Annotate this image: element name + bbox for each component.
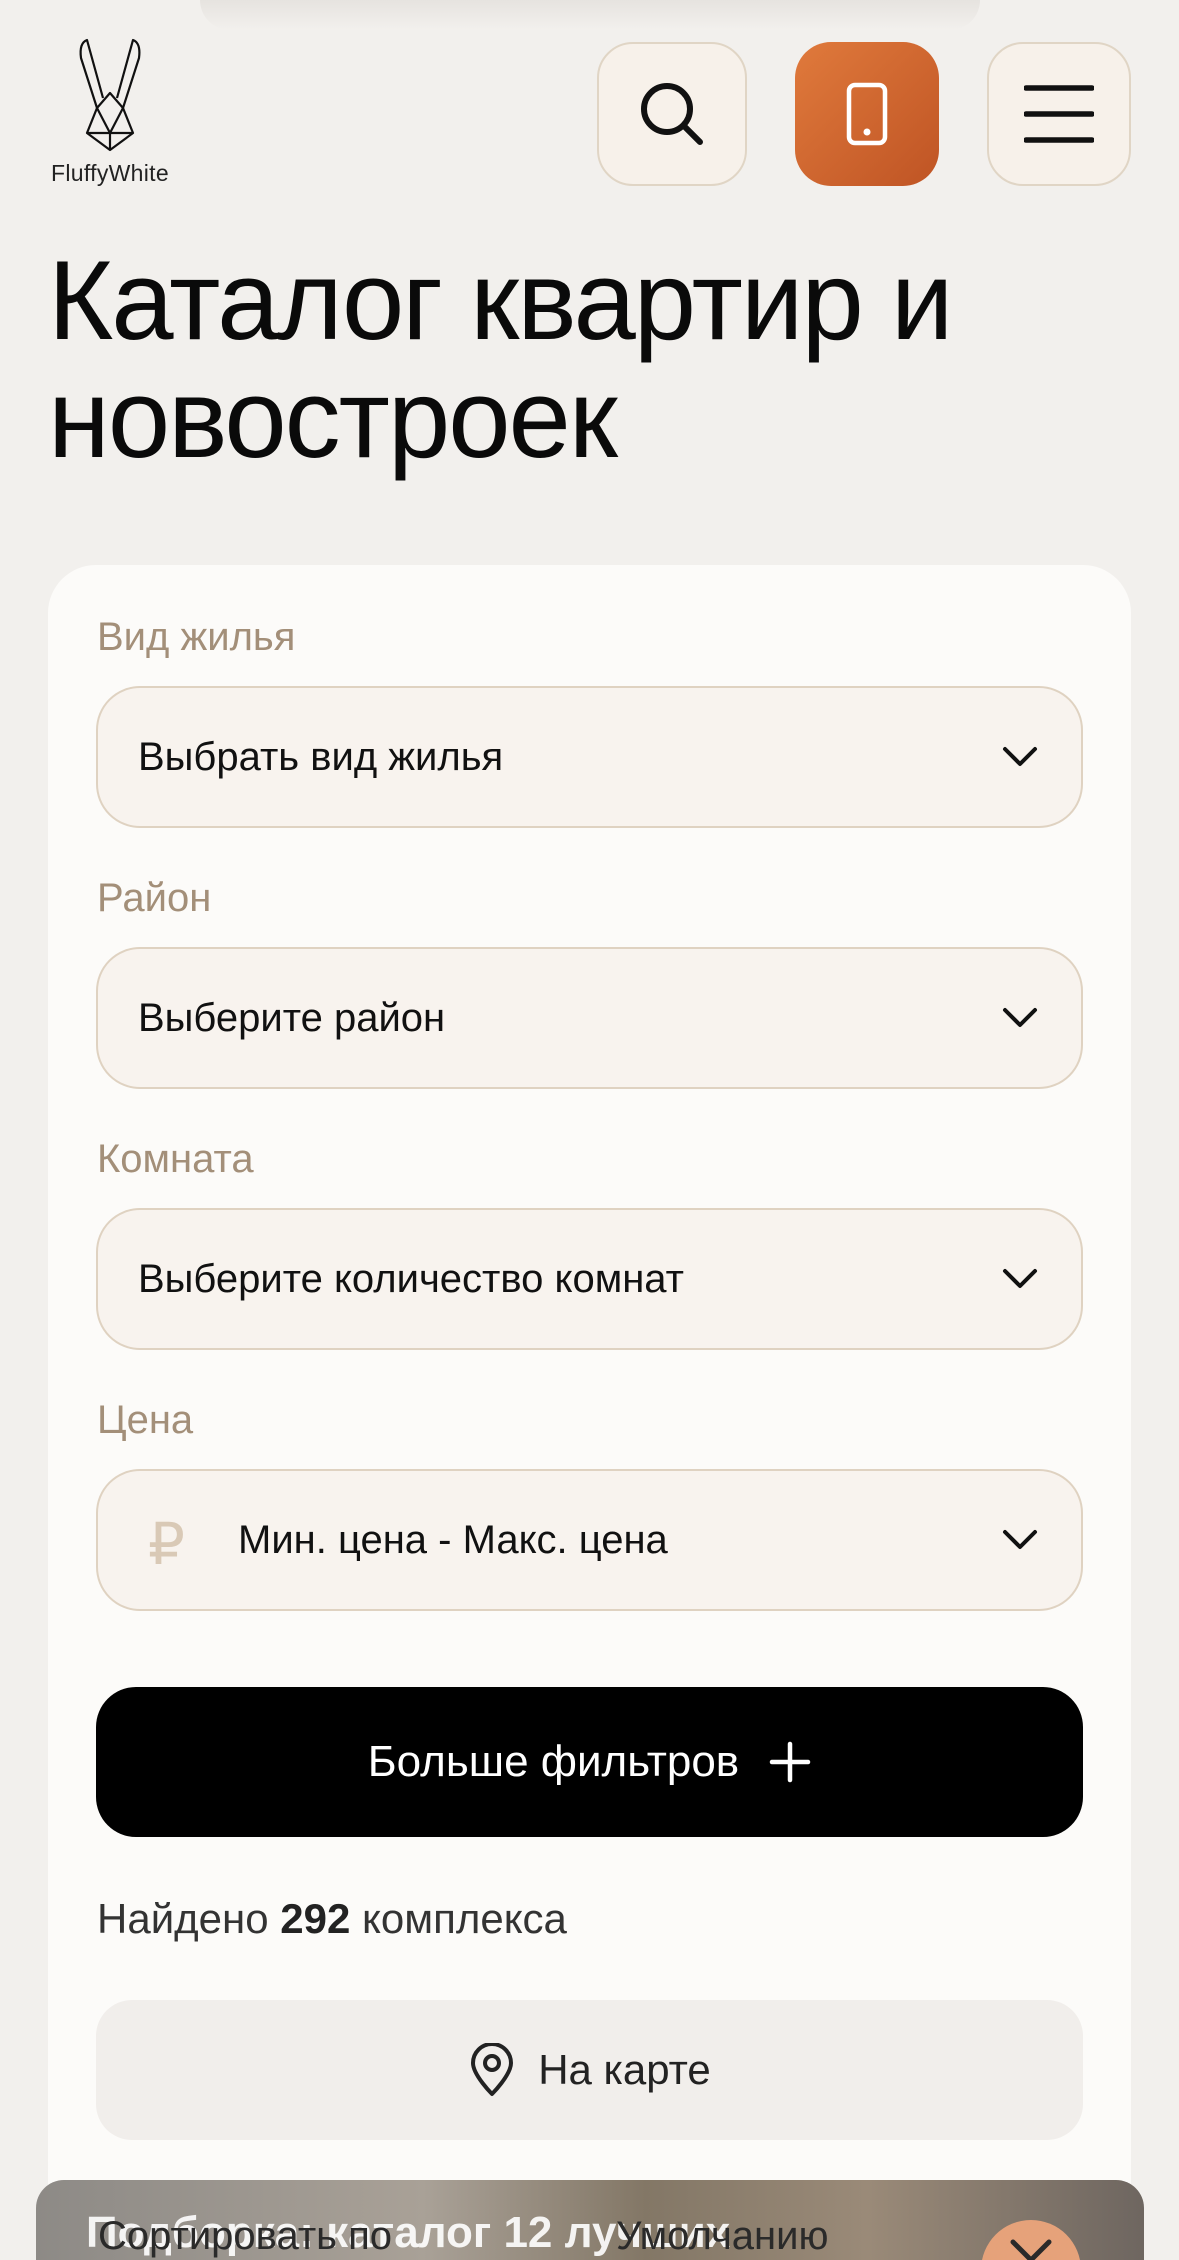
sort-value[interactable]: Умолчанию [616,2214,828,2259]
more-filters-button[interactable]: Больше фильтров [96,1687,1083,1837]
chevron-down-icon [1003,1530,1037,1549]
ruble-icon: ₽ [148,1512,185,1577]
top-shadow [200,0,980,30]
chevron-down-icon [1003,747,1037,766]
rooms-label: Комната [97,1137,254,1181]
logo[interactable]: FluffyWhite [45,38,175,188]
sort-chevron-button[interactable] [981,2220,1081,2260]
logo-text: FluffyWhite [51,160,169,186]
hamburger-menu-icon [1024,85,1094,143]
housing-type-value: Выбрать вид жилья [138,734,504,779]
menu-button[interactable] [987,42,1131,186]
map-button-label: На карте [538,2046,711,2093]
price-select[interactable]: ₽ Мин. цена - Макс. цена [96,1469,1083,1611]
header: FluffyWhite [0,0,1179,200]
filter-card: Вид жилья Выбрать вид жилья Район Выбери… [48,565,1131,2260]
housing-type-select[interactable]: Выбрать вид жилья [96,686,1083,828]
sort-bar[interactable]: Подборка: каталог 12 лучших Сортировать … [36,2180,1144,2260]
district-select[interactable]: Выберите район [96,947,1083,1089]
results-suffix: комплекса [362,1895,567,1942]
sort-label: Сортировать по [98,2214,393,2258]
district-value: Выберите район [138,995,446,1040]
page-title: Каталог квартир и новостроек [48,238,953,481]
call-button[interactable] [795,42,939,186]
chevron-down-icon [1003,1008,1037,1027]
results-prefix: Найдено [97,1895,269,1942]
rabbit-logo-icon [79,38,141,152]
search-button[interactable] [597,42,747,186]
district-label: Район [97,876,212,920]
map-pin-icon [471,2043,514,2096]
housing-type-label: Вид жилья [97,615,296,659]
results-number: 292 [280,1895,351,1942]
rooms-select[interactable]: Выберите количество комнат [96,1208,1083,1350]
results-count: Найдено 292 комплекса [97,1895,567,1943]
more-filters-label: Больше фильтров [367,1737,740,1786]
plus-icon [769,1741,811,1783]
rooms-value: Выберите количество комнат [138,1256,684,1301]
map-button[interactable]: На карте [96,2000,1083,2140]
chevron-down-icon [1010,2239,1052,2260]
phone-icon [846,82,888,146]
price-label: Цена [97,1398,194,1442]
chevron-down-icon [1003,1269,1037,1288]
price-value: Мин. цена - Макс. цена [238,1517,668,1562]
search-icon [641,83,703,145]
